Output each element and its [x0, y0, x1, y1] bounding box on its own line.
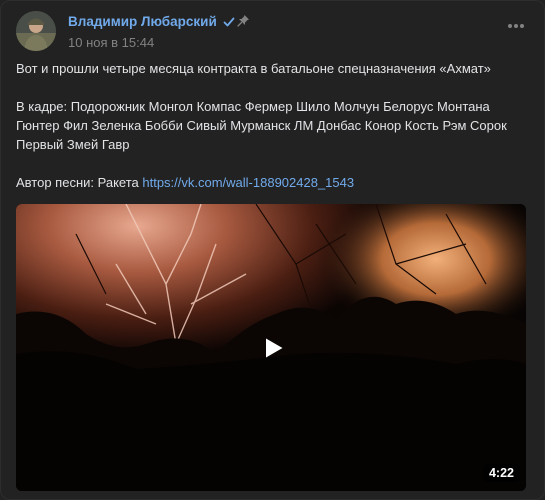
- author-name[interactable]: Владимир Любарский: [68, 14, 217, 29]
- post-text-line: Вот и прошли четыре месяца контракта в б…: [16, 61, 491, 76]
- post-text-line: В кадре: Подорожник Монгол Компас Фермер…: [16, 99, 507, 152]
- wall-post: Владимир Любарский 10 ноя в 15:44 Вот и …: [0, 0, 545, 500]
- song-credit: Автор песни: Ракета https://vk.com/wall-…: [16, 173, 531, 192]
- song-label: Автор песни: Ракета: [16, 175, 143, 190]
- more-dots-icon[interactable]: [508, 24, 524, 28]
- post-date[interactable]: 10 ноя в 15:44: [68, 35, 154, 50]
- author-name-row: Владимир Любарский: [68, 14, 236, 29]
- pin-icon: [237, 15, 249, 27]
- video-duration: 4:22: [482, 464, 520, 482]
- post-text: Вот и прошли четыре месяца контракта в б…: [16, 59, 531, 192]
- song-link[interactable]: https://vk.com/wall-188902428_1543: [142, 175, 354, 190]
- avatar-image: [16, 11, 56, 51]
- verified-check-icon: [223, 17, 235, 26]
- avatar[interactable]: [16, 11, 56, 51]
- video-player[interactable]: 4:22: [16, 204, 526, 491]
- play-icon[interactable]: [264, 337, 284, 359]
